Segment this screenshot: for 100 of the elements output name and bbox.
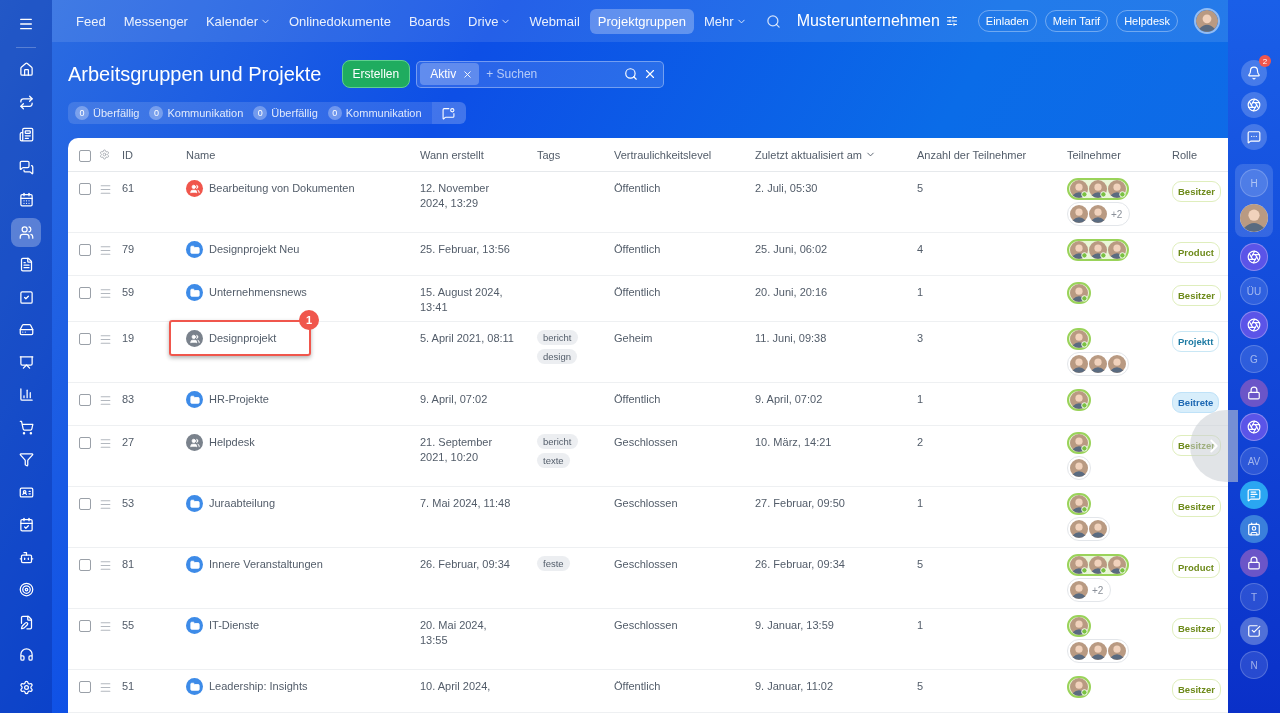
- drag-handle-icon[interactable]: [99, 620, 112, 633]
- column-header[interactable]: Zuletzt aktualisiert am: [755, 148, 917, 161]
- checkbox[interactable]: [79, 559, 91, 571]
- project-link[interactable]: HR-Projekte: [209, 392, 269, 407]
- nav-tab[interactable]: Feed: [68, 8, 114, 34]
- user-avatar-button[interactable]: [1194, 8, 1220, 34]
- nav-tab[interactable]: Webmail: [521, 8, 588, 34]
- sidebar-item[interactable]: [11, 218, 41, 247]
- column-header[interactable]: ID: [122, 148, 186, 161]
- drag-handle-icon[interactable]: [99, 437, 112, 450]
- checkbox[interactable]: [79, 681, 91, 693]
- table-cell-text: 25. Juni, 06:02: [755, 242, 829, 257]
- drag-handle-icon[interactable]: [99, 498, 112, 511]
- checkbox[interactable]: [79, 498, 91, 510]
- tag[interactable]: bericht: [537, 330, 578, 345]
- search-icon[interactable]: [765, 13, 781, 29]
- tag[interactable]: texte: [537, 453, 570, 468]
- drag-handle-icon[interactable]: [99, 287, 112, 300]
- drag-handle-icon[interactable]: [99, 333, 112, 346]
- member-avatar-group[interactable]: [1067, 517, 1110, 541]
- drag-handle-icon[interactable]: [99, 244, 112, 257]
- owner-avatar-group[interactable]: [1067, 239, 1129, 261]
- nav-tab[interactable]: Kalender: [197, 8, 279, 34]
- tag[interactable]: feste: [537, 556, 570, 571]
- tag[interactable]: bericht: [537, 434, 578, 449]
- project-link[interactable]: IT-Dienste: [209, 618, 260, 633]
- checkbox[interactable]: [79, 620, 91, 632]
- tag[interactable]: design: [537, 349, 577, 364]
- checkbox[interactable]: [79, 183, 91, 195]
- member-avatar-group[interactable]: [1067, 352, 1129, 376]
- rail-item[interactable]: [1240, 617, 1268, 645]
- table-cell-text: 27: [122, 435, 136, 450]
- filter-chip[interactable]: Aktiv: [420, 63, 480, 85]
- nav-tab[interactable]: Boards: [400, 8, 459, 34]
- column-header[interactable]: Vertraulichkeitslevel: [614, 148, 755, 161]
- owner-avatar-group[interactable]: [1067, 178, 1129, 200]
- table-cell-text: 55: [122, 618, 136, 633]
- nav-tab[interactable]: Drive: [460, 8, 520, 34]
- drag-handle-icon[interactable]: [99, 394, 112, 407]
- rail-item[interactable]: T: [1240, 583, 1268, 611]
- rail-button[interactable]: [1241, 92, 1267, 118]
- close-icon[interactable]: [462, 68, 474, 80]
- rail-button[interactable]: [1241, 124, 1267, 150]
- nav-tab[interactable]: Messenger: [115, 8, 196, 34]
- project-link[interactable]: Unternehmensnews: [209, 285, 307, 300]
- people-icon: [18, 224, 34, 240]
- checkbox[interactable]: [79, 149, 91, 162]
- table-cell-text: 5: [917, 181, 925, 196]
- rail-item[interactable]: ÜU: [1240, 277, 1268, 305]
- column-header[interactable]: Teilnehmer: [1067, 148, 1172, 161]
- column-header[interactable]: Anzahl der Teilnehmer: [917, 148, 1067, 161]
- counter-label[interactable]: Überfällig: [93, 107, 140, 119]
- checkbox[interactable]: [79, 287, 91, 299]
- checkbox[interactable]: [79, 333, 91, 345]
- drag-handle-icon[interactable]: [99, 559, 112, 572]
- table-cell-text: 25. Februar, 13:56: [420, 242, 511, 257]
- nav-tab[interactable]: Mehr: [695, 8, 755, 34]
- project-link[interactable]: Designprojekt: [209, 331, 277, 346]
- rail-item[interactable]: AV: [1240, 447, 1268, 475]
- step-badge: 1: [299, 310, 319, 330]
- rail-item[interactable]: [1240, 243, 1268, 271]
- rail-item[interactable]: [1240, 481, 1268, 509]
- column-header[interactable]: Name: [186, 148, 420, 161]
- rail-item[interactable]: [1240, 311, 1268, 339]
- member-avatar-group[interactable]: [1067, 639, 1129, 663]
- nav-tab[interactable]: Onlinedokumente: [281, 8, 399, 34]
- column-header[interactable]: Wann erstellt: [420, 148, 537, 161]
- rail-item[interactable]: N: [1240, 651, 1268, 679]
- project-link[interactable]: Juraabteilung: [209, 496, 276, 511]
- company-name[interactable]: Musterunternehmen: [796, 12, 940, 30]
- checkbox[interactable]: [79, 437, 91, 449]
- table-cell-text: 19: [122, 331, 136, 346]
- checkbox[interactable]: [79, 244, 91, 256]
- project-link[interactable]: Innere Veranstaltungen: [209, 557, 323, 572]
- rail-item[interactable]: [1240, 379, 1268, 407]
- drag-handle-icon[interactable]: [99, 681, 112, 694]
- notifications-button[interactable]: [1241, 60, 1267, 86]
- drag-handle-icon[interactable]: [99, 183, 112, 196]
- project-link[interactable]: Bearbeitung von Dokumenten: [209, 181, 355, 196]
- create-button[interactable]: Erstellen: [341, 60, 411, 88]
- chat-button[interactable]: [431, 102, 466, 124]
- counter-label[interactable]: Kommunikation: [345, 107, 422, 119]
- project-link[interactable]: Leadership: Insights: [209, 679, 308, 694]
- checkbox[interactable]: [79, 394, 91, 406]
- settings-icon[interactable]: [945, 15, 958, 27]
- rail-item[interactable]: [1240, 549, 1268, 577]
- counter-label[interactable]: Kommunikation: [167, 107, 244, 119]
- rail-item[interactable]: G: [1240, 345, 1268, 373]
- column-header[interactable]: Rolle: [1172, 148, 1228, 161]
- search-icon[interactable]: [624, 67, 639, 81]
- rail-item[interactable]: [1240, 515, 1268, 543]
- nav-tab[interactable]: Projektgruppen: [589, 8, 694, 34]
- search-field[interactable]: Aktiv + Suchen: [416, 60, 665, 88]
- project-link[interactable]: Designprojekt Neu: [209, 242, 300, 257]
- owner-avatar-group[interactable]: [1067, 554, 1129, 576]
- counter-label[interactable]: Überfällig: [271, 107, 318, 119]
- rail-item[interactable]: [1240, 413, 1268, 441]
- column-header[interactable]: Tags: [537, 148, 614, 161]
- rail-avatar[interactable]: [1240, 204, 1268, 232]
- project-link[interactable]: Helpdesk: [209, 435, 255, 450]
